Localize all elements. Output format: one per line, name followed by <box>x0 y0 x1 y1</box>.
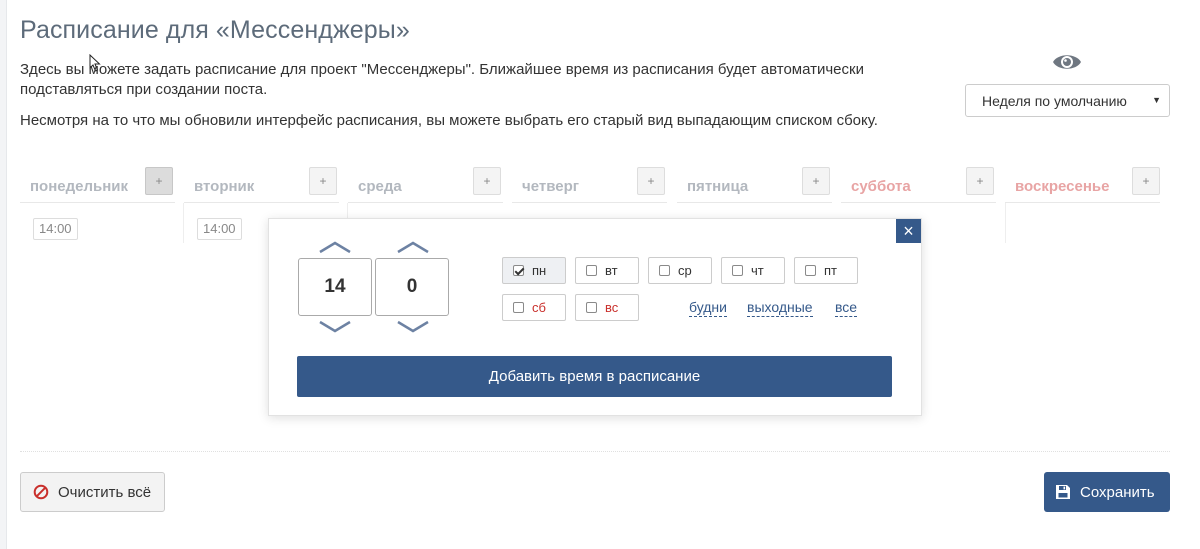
day-column-wednesday: среда + <box>348 167 503 203</box>
save-label: Сохранить <box>1080 483 1155 501</box>
week-days-header: понедельник + вторник + среда + четверг … <box>20 167 1180 203</box>
add-time-sunday-button[interactable]: + <box>1132 167 1160 195</box>
section-divider <box>20 451 1170 452</box>
day-name: среда <box>358 178 402 195</box>
minute-down-chevron-icon[interactable] <box>396 320 430 334</box>
day-column-saturday: суббота + <box>841 167 996 203</box>
day-checkbox-label: вс <box>605 300 619 315</box>
day-checkbox-label: чт <box>751 263 764 278</box>
eye-icon[interactable] <box>1052 50 1082 74</box>
day-checkbox-label: сб <box>532 300 546 315</box>
day-name: четверг <box>522 178 579 195</box>
day-column-thursday: четверг + <box>512 167 667 203</box>
add-time-saturday-button[interactable]: + <box>966 167 994 195</box>
add-time-friday-button[interactable]: + <box>802 167 830 195</box>
checkbox-icon <box>513 302 524 313</box>
caret-down-icon: ▼ <box>1152 95 1161 105</box>
day-column-friday: пятница + <box>677 167 832 203</box>
add-time-tuesday-button[interactable]: + <box>309 167 337 195</box>
close-popup-button[interactable]: × <box>896 219 921 243</box>
day-name: суббота <box>851 178 911 195</box>
hour-input[interactable]: 14 <box>298 258 372 316</box>
day-checkbox-tue[interactable]: вт <box>575 257 639 284</box>
page-title: Расписание для «Мессенджеры» <box>20 16 410 44</box>
checkbox-icon <box>732 265 743 276</box>
add-time-to-schedule-button[interactable]: Добавить время в расписание <box>297 356 892 397</box>
close-icon: × <box>903 221 914 241</box>
column-divider <box>1005 203 1006 243</box>
checkbox-icon <box>586 265 597 276</box>
day-checkbox-sun[interactable]: вс <box>575 294 639 321</box>
select-weekdays-link[interactable]: будни <box>689 299 727 317</box>
day-column-tuesday: вторник + <box>184 167 339 203</box>
page-note: Несмотря на то что мы обновили интерфейс… <box>20 112 878 129</box>
time-slot-tuesday[interactable]: 14:00 <box>197 218 242 240</box>
day-checkbox-label: ср <box>678 263 692 278</box>
ban-icon <box>33 484 49 500</box>
day-column-monday: понедельник + <box>20 167 175 203</box>
add-time-wednesday-button[interactable]: + <box>473 167 501 195</box>
checkbox-checked-icon <box>513 265 524 276</box>
view-mode-select[interactable]: Неделя по умолчанию ▼ <box>965 84 1170 117</box>
minute-input[interactable]: 0 <box>375 258 449 316</box>
day-checkbox-thu[interactable]: чт <box>721 257 785 284</box>
left-sidebar-edge <box>0 0 7 549</box>
checkbox-icon <box>659 265 670 276</box>
save-button[interactable]: Сохранить <box>1044 472 1170 512</box>
day-column-sunday: воскресенье + <box>1005 167 1160 203</box>
column-divider <box>183 203 184 243</box>
checkbox-icon <box>805 265 816 276</box>
add-time-thursday-button[interactable]: + <box>637 167 665 195</box>
day-name: воскресенье <box>1015 178 1110 195</box>
clear-all-label: Очистить всё <box>58 483 152 501</box>
day-checkbox-mon[interactable]: пн <box>502 257 566 284</box>
day-name: пятница <box>687 178 749 195</box>
day-checkbox-label: вт <box>605 263 618 278</box>
time-slot-monday[interactable]: 14:00 <box>33 218 78 240</box>
hour-up-chevron-icon[interactable] <box>318 240 352 254</box>
page-description: Здесь вы можете задать расписание для пр… <box>20 61 864 98</box>
checkbox-icon <box>586 302 597 313</box>
day-checkbox-label: пт <box>824 263 837 278</box>
view-mode-value: Неделя по умолчанию <box>982 92 1127 109</box>
day-checkbox-wed[interactable]: ср <box>648 257 712 284</box>
day-name: понедельник <box>30 178 129 195</box>
day-checkbox-fri[interactable]: пт <box>794 257 858 284</box>
hour-down-chevron-icon[interactable] <box>318 320 352 334</box>
floppy-disk-icon <box>1056 485 1070 499</box>
day-checkbox-sat[interactable]: сб <box>502 294 566 321</box>
day-checkbox-label: пн <box>532 263 547 278</box>
select-weekends-link[interactable]: выходные <box>747 299 813 317</box>
add-time-monday-button[interactable]: + <box>145 167 173 195</box>
clear-all-button[interactable]: Очистить всё <box>20 472 165 512</box>
select-all-days-link[interactable]: все <box>835 299 858 317</box>
minute-up-chevron-icon[interactable] <box>396 240 430 254</box>
day-name: вторник <box>194 178 255 195</box>
